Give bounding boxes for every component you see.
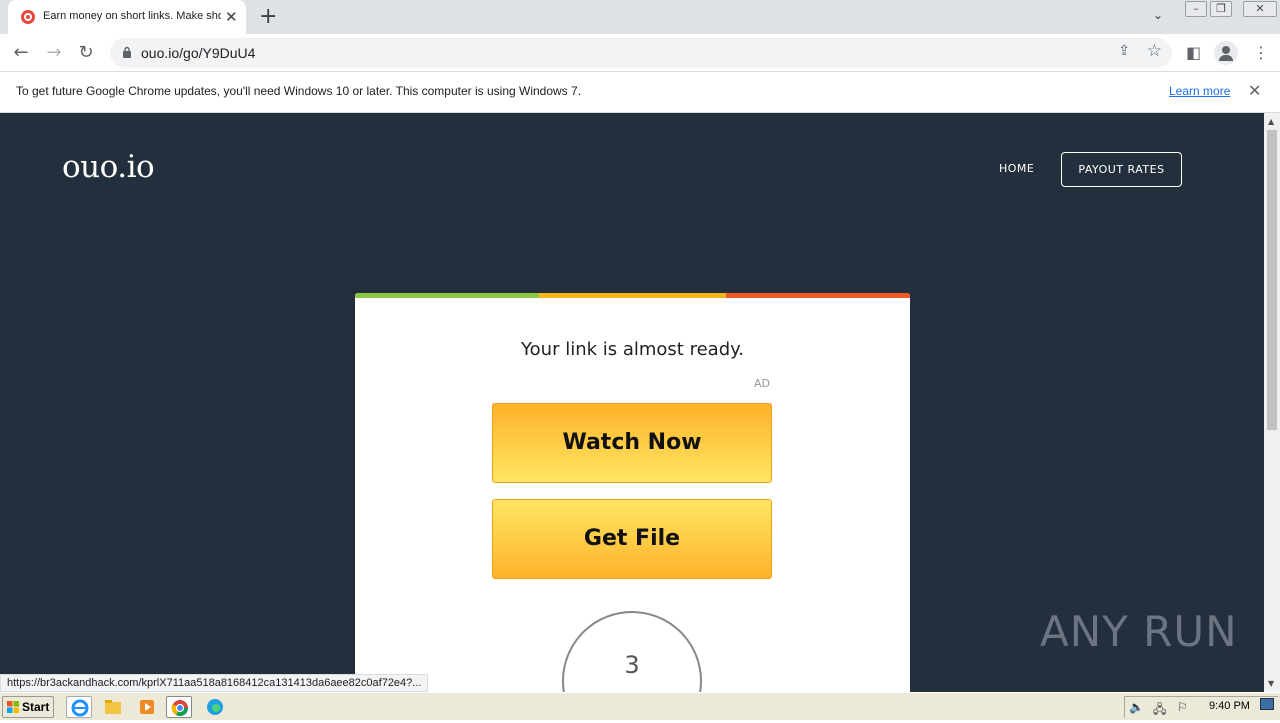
page-content: ouo.io HOME PAYOUT RATES Your link is al… [0, 113, 1264, 692]
network-icon[interactable]: 🖧 [1153, 700, 1166, 721]
internet-explorer-icon[interactable] [66, 696, 92, 718]
nav-payout-rates-button[interactable]: PAYOUT RATES [1061, 152, 1182, 187]
progress-bar-yellow [539, 293, 726, 298]
bookmark-star-icon[interactable]: ☆ [1147, 41, 1162, 61]
volume-icon[interactable]: 🔈 [1129, 700, 1144, 714]
chrome-icon[interactable] [166, 696, 192, 718]
close-infobar-icon[interactable]: ✕ [1248, 81, 1261, 100]
windows-taskbar: Start 🔈 🖧 ⚐ 9:40 PM [0, 692, 1280, 720]
nav-home-link[interactable]: HOME [999, 162, 1034, 175]
site-logo[interactable]: ouo.io [62, 149, 155, 185]
forward-icon[interactable]: → [42, 41, 66, 65]
browser-toolbar: ← → ↻ ouo.io/go/Y9DuU4 ⇪ ☆ ◧ ⋮ [0, 34, 1280, 72]
ad-label: AD [754, 377, 770, 390]
start-label: Start [22, 700, 50, 714]
new-tab-button[interactable]: + [259, 4, 277, 30]
infobar-message: To get future Google Chrome updates, you… [16, 84, 582, 98]
show-desktop-icon[interactable] [1260, 698, 1274, 710]
scrollbar-thumb[interactable] [1267, 130, 1277, 430]
watch-now-button[interactable]: Watch Now [492, 403, 772, 483]
edge-icon[interactable] [202, 696, 228, 718]
progress-bar-orange [726, 293, 910, 298]
share-icon[interactable]: ⇪ [1118, 43, 1130, 59]
start-button[interactable]: Start [2, 696, 54, 718]
link-card: Your link is almost ready. AD Watch Now … [355, 293, 910, 692]
progress-bar-green [355, 293, 539, 298]
close-window-button[interactable]: ✕ [1243, 1, 1277, 17]
learn-more-link[interactable]: Learn more [1169, 84, 1230, 98]
minimize-button[interactable]: – [1185, 1, 1207, 17]
tab-strip: Earn money on short links. Make short li… [0, 0, 1280, 34]
chevron-down-icon[interactable]: ⌄ [1153, 8, 1163, 22]
get-file-button[interactable]: Get File [492, 499, 772, 579]
browser-tab[interactable]: Earn money on short links. Make short li… [8, 0, 246, 34]
card-headline: Your link is almost ready. [521, 339, 744, 360]
lock-icon [123, 46, 131, 58]
countdown-timer: 3 [562, 611, 702, 692]
scroll-up-icon[interactable]: ▲ [1268, 117, 1274, 126]
profile-avatar[interactable] [1214, 41, 1238, 65]
system-tray: 🔈 🖧 ⚐ [1124, 696, 1278, 718]
update-infobar: To get future Google Chrome updates, you… [0, 72, 1280, 113]
anyrun-watermark: ANY RUN [1040, 607, 1238, 656]
url-text[interactable]: ouo.io/go/Y9DuU4 [141, 45, 255, 61]
file-explorer-icon[interactable] [100, 696, 126, 718]
tab-title: Earn money on short links. Make short li… [43, 10, 221, 22]
status-link-preview: https://br3ackandhack.com/kprlX711aa518a… [0, 674, 429, 692]
scroll-down-icon[interactable]: ▼ [1268, 679, 1274, 688]
vertical-scrollbar[interactable]: ▲ ▼ [1264, 113, 1280, 692]
windows-logo-icon [7, 701, 19, 713]
side-panel-icon[interactable]: ◧ [1186, 43, 1201, 62]
reload-icon[interactable]: ↻ [74, 41, 98, 65]
action-center-flag-icon[interactable]: ⚐ [1177, 700, 1188, 714]
site-favicon-icon [21, 10, 35, 24]
media-player-icon[interactable] [134, 696, 160, 718]
taskbar-clock[interactable]: 9:40 PM [1209, 700, 1250, 712]
close-tab-icon[interactable]: ✕ [225, 8, 238, 26]
restore-button[interactable]: ❐ [1210, 1, 1232, 17]
back-icon[interactable]: ← [9, 41, 33, 65]
menu-dots-icon[interactable]: ⋮ [1253, 43, 1269, 62]
address-bar[interactable]: ouo.io/go/Y9DuU4 ⇪ ☆ [110, 38, 1172, 68]
